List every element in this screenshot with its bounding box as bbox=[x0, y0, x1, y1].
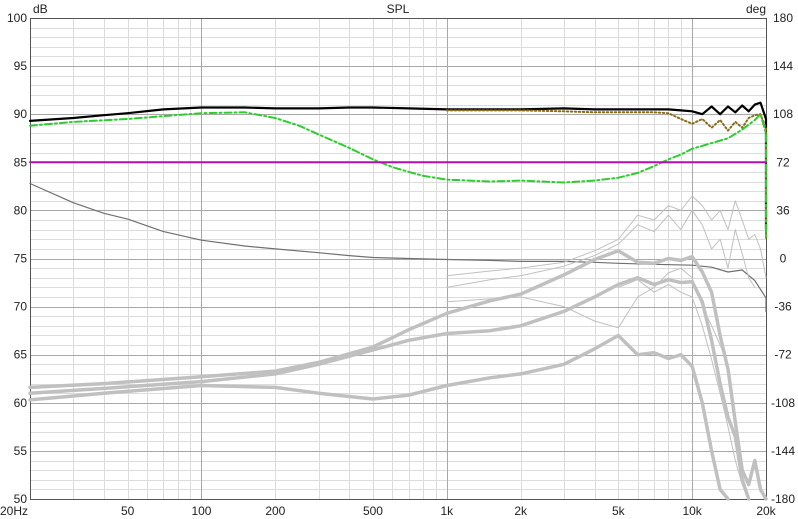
y-right-tick-label: -72 bbox=[774, 348, 792, 362]
y-right-tick-label: -108 bbox=[771, 396, 795, 410]
y-right-tick-label: 108 bbox=[773, 107, 793, 121]
series-line-10 bbox=[446, 209, 756, 288]
series-layer bbox=[28, 101, 768, 501]
y-right-tick-label: 72 bbox=[776, 155, 790, 169]
y-left-tick-labels: 100 95 90 85 80 75 70 65 60 55 50 bbox=[7, 11, 27, 506]
x-tick-label: 10k bbox=[682, 504, 702, 518]
y-left-tick-label: 95 bbox=[14, 59, 28, 73]
x-tick-label: 50 bbox=[121, 504, 135, 518]
x-tick-labels: 20Hz 50 100 200 500 1k 2k 5k 10k 20k bbox=[0, 504, 777, 518]
y-right-tick-label: -144 bbox=[771, 444, 795, 458]
y-right-tick-labels: 180 144 108 72 36 0 -36 -72 -108 -144 -180 bbox=[771, 11, 795, 506]
x-tick-label: 500 bbox=[363, 504, 383, 518]
y-right-tick-label: 180 bbox=[773, 11, 793, 25]
y-left-tick-label: 100 bbox=[7, 11, 27, 25]
series-line-8 bbox=[28, 333, 730, 501]
series-line-7 bbox=[28, 275, 751, 501]
y-right-tick-label: -36 bbox=[774, 300, 792, 314]
y-right-tick-label: 0 bbox=[780, 252, 787, 266]
y-left-tick-label: 65 bbox=[14, 348, 28, 362]
x-tick-label: 100 bbox=[191, 504, 211, 518]
y-left-tick-label: 60 bbox=[14, 396, 28, 410]
x-tick-label: 200 bbox=[265, 504, 285, 518]
chart-title: SPL bbox=[387, 2, 410, 16]
x-tick-label: 1k bbox=[440, 504, 454, 518]
y-left-axis-label: dB bbox=[33, 2, 48, 16]
y-left-tick-label: 85 bbox=[14, 155, 28, 169]
series-line-9 bbox=[446, 195, 767, 279]
y-right-tick-label: 36 bbox=[776, 203, 790, 217]
y-left-tick-label: 90 bbox=[14, 107, 28, 121]
x-tick-label: 5k bbox=[612, 504, 626, 518]
y-left-tick-label: 70 bbox=[14, 300, 28, 314]
y-right-axis-label: deg bbox=[746, 2, 766, 16]
y-right-tick-label: 144 bbox=[773, 59, 793, 73]
y-left-tick-label: 80 bbox=[14, 203, 28, 217]
x-tick-label: 20Hz bbox=[0, 504, 28, 518]
y-left-tick-label: 75 bbox=[14, 252, 28, 266]
spl-chart: 20Hz 50 100 200 500 1k 2k 5k 10k 20k 100959085807… bbox=[0, 2, 795, 518]
series-line-5 bbox=[29, 182, 767, 312]
series-line-2 bbox=[445, 109, 767, 241]
y-left-tick-label: 55 bbox=[14, 444, 28, 458]
x-tick-label: 20k bbox=[756, 504, 776, 518]
y-left-tick-label: 50 bbox=[14, 492, 28, 506]
y-right-tick-label: -180 bbox=[771, 492, 795, 506]
x-tick-label: 2k bbox=[514, 504, 528, 518]
